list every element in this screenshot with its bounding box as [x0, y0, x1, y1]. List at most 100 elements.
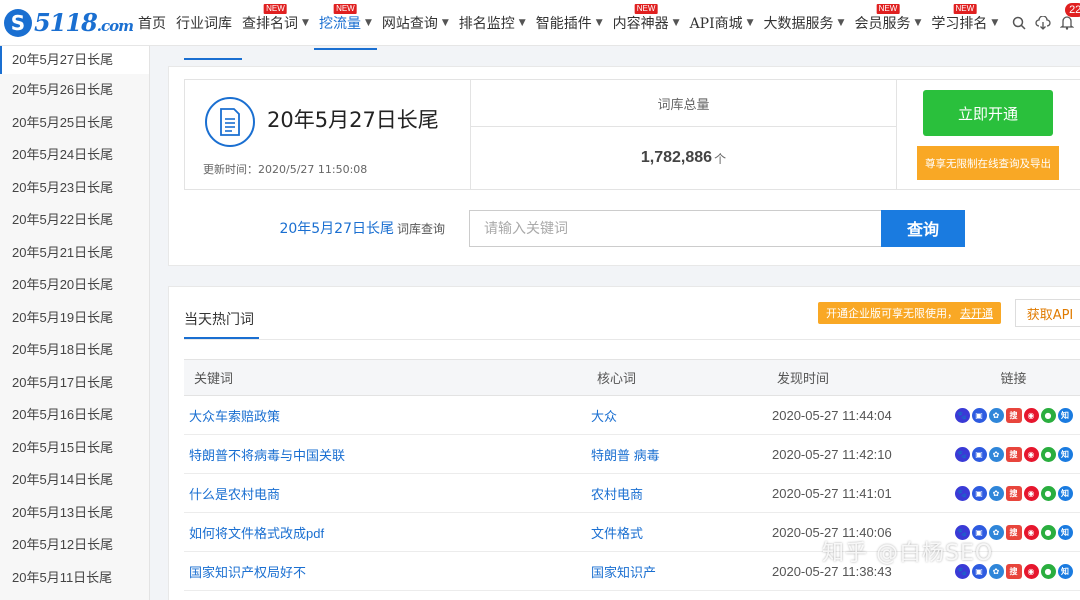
- mobile-baidu-icon[interactable]: ▣: [971, 407, 987, 423]
- sidebar-date-item[interactable]: 20年5月16日长尾: [0, 399, 149, 432]
- core-word-link[interactable]: 农村电商: [591, 487, 643, 502]
- nav-tools: 22: [1007, 2, 1080, 36]
- enterprise-upgrade-note: 开通企业版可享无限使用， 去开通: [818, 302, 1001, 324]
- nav-item-10[interactable]: NEW 会员服务 ▼: [849, 0, 926, 46]
- wechat-icon[interactable]: ●: [1040, 524, 1056, 540]
- sidebar-date-item[interactable]: 20年5月20日长尾: [0, 269, 149, 302]
- sidebar-date-item[interactable]: 20年5月27日长尾: [0, 46, 149, 74]
- bell-icon[interactable]: 22: [1055, 2, 1080, 35]
- baidu-icon[interactable]: 🐾: [954, 446, 970, 462]
- baidu-icon[interactable]: 🐾: [954, 407, 970, 423]
- nav-item-1[interactable]: 行业词库: [171, 0, 237, 46]
- nav-item-label: 内容神器: [612, 15, 669, 32]
- wechat-icon[interactable]: ●: [1040, 563, 1056, 579]
- page-title: 20年5月27日长尾: [267, 108, 439, 132]
- link-icons: 🐾 ▣ ✿ 搜 ◉ ● 知: [946, 485, 1080, 501]
- nav-item-label: 挖流量: [318, 15, 361, 32]
- sidebar-date-item[interactable]: 20年5月18日长尾: [0, 334, 149, 367]
- keyword-link[interactable]: 什么是农村电商: [189, 487, 280, 502]
- column-header-core: 核心词: [586, 359, 766, 396]
- nav-item-4[interactable]: 网站查询 ▼: [377, 0, 454, 46]
- 360-icon[interactable]: ✿: [988, 407, 1004, 423]
- core-word-link[interactable]: 文件格式: [591, 526, 643, 541]
- weibo-icon[interactable]: ◉: [1023, 446, 1039, 462]
- search-icon[interactable]: [1007, 11, 1031, 35]
- sidebar-date-item[interactable]: 20年5月12日长尾: [0, 529, 149, 562]
- keyword-link[interactable]: 特朗普不将病毒与中国关联: [189, 448, 345, 463]
- sogou-icon[interactable]: 搜: [1005, 446, 1022, 462]
- nav-item-label: 大数据服务: [763, 15, 834, 32]
- sidebar-date-item[interactable]: 20年5月13日长尾: [0, 497, 149, 530]
- nav-item-6[interactable]: 智能插件 ▼: [531, 0, 608, 46]
- sogou-icon[interactable]: 搜: [1005, 524, 1022, 540]
- site-logo[interactable]: S 5118.com: [4, 8, 134, 37]
- chevron-down-icon: ▼: [441, 17, 449, 28]
- core-word-link[interactable]: 国家知识产: [591, 565, 656, 580]
- wechat-icon[interactable]: ●: [1040, 407, 1056, 423]
- zhihu-icon[interactable]: 知: [1057, 485, 1073, 501]
- keyword-link[interactable]: 国家知识产权局好不: [189, 565, 306, 580]
- weibo-icon[interactable]: ◉: [1023, 485, 1039, 501]
- keyword-link[interactable]: 大众车索赔政策: [189, 409, 280, 424]
- sidebar-date-item[interactable]: 20年5月11日长尾: [0, 562, 149, 595]
- hot-words-tab[interactable]: 当天热门词: [184, 309, 254, 329]
- sidebar-date-item[interactable]: 20年5月14日长尾: [0, 464, 149, 497]
- nav-item-3[interactable]: NEW 挖流量 ▼: [313, 0, 377, 50]
- sidebar-date-item[interactable]: 20年5月26日长尾: [0, 74, 149, 107]
- wechat-icon[interactable]: ●: [1040, 485, 1056, 501]
- sogou-icon[interactable]: 搜: [1005, 485, 1022, 501]
- 360-icon[interactable]: ✿: [988, 485, 1004, 501]
- keyword-link[interactable]: 如何将文件格式改成pdf: [189, 526, 324, 541]
- core-word-link[interactable]: 大众: [591, 409, 617, 424]
- wechat-icon[interactable]: ●: [1040, 446, 1056, 462]
- sidebar-date-item[interactable]: 20年5月22日长尾: [0, 204, 149, 237]
- nav-item-7[interactable]: NEW 内容神器 ▼: [608, 0, 685, 46]
- zhihu-icon[interactable]: 知: [1057, 524, 1073, 540]
- cloud-download-icon[interactable]: [1031, 11, 1055, 35]
- weibo-icon[interactable]: ◉: [1023, 563, 1039, 579]
- zhihu-icon[interactable]: 知: [1057, 407, 1073, 423]
- sidebar-date-item[interactable]: 20年5月17日长尾: [0, 367, 149, 400]
- zhihu-icon[interactable]: 知: [1057, 446, 1073, 462]
- search-button[interactable]: 查询: [881, 209, 965, 247]
- enterprise-open-link[interactable]: 去开通: [960, 305, 993, 321]
- nav-item-8[interactable]: API商城 ▼: [685, 0, 759, 46]
- sidebar-date-item[interactable]: 20年5月25日长尾: [0, 107, 149, 140]
- sidebar-date-item[interactable]: 20年5月21日长尾: [0, 237, 149, 270]
- search-library-link[interactable]: 20年5月27日长尾: [279, 221, 394, 237]
- get-api-button[interactable]: 获取API: [1015, 299, 1080, 327]
- sogou-icon[interactable]: 搜: [1005, 563, 1022, 579]
- search-input[interactable]: [469, 209, 881, 247]
- core-word-link[interactable]: 特朗普 病毒: [591, 448, 660, 463]
- nav-item-label: API商城: [689, 15, 743, 32]
- sidebar-date-list: 20年5月27日长尾 20年5月26日长尾 20年5月25日长尾 20年5月24日长尾…: [0, 46, 150, 600]
- nav-item-2[interactable]: NEW 查排名词 ▼: [237, 0, 314, 46]
- nav-item-0[interactable]: 首页: [133, 0, 171, 46]
- nav-item-label: 学习排名: [931, 15, 988, 32]
- zhihu-icon[interactable]: 知: [1057, 563, 1073, 579]
- watermark: 知乎 @白杨SEO: [822, 541, 994, 566]
- sogou-icon[interactable]: 搜: [1005, 407, 1022, 423]
- weibo-icon[interactable]: ◉: [1023, 524, 1039, 540]
- sidebar-date-item[interactable]: 20年5月15日长尾: [0, 432, 149, 465]
- nav-item-label: 智能插件: [535, 15, 592, 32]
- nav-item-5[interactable]: 排名监控 ▼: [454, 0, 531, 46]
- mobile-baidu-icon[interactable]: ▣: [971, 485, 987, 501]
- baidu-icon[interactable]: 🐾: [954, 485, 970, 501]
- mobile-baidu-icon[interactable]: ▣: [971, 446, 987, 462]
- chevron-down-icon: ▼: [914, 17, 922, 28]
- 360-icon[interactable]: ✿: [988, 446, 1004, 462]
- search-label: 20年5月27日长尾 词库查询: [169, 218, 469, 238]
- total-count-unit: 个: [714, 151, 727, 166]
- nav-item-11[interactable]: NEW 学习排名 ▼: [926, 0, 1003, 46]
- summary-card: 20年5月27日长尾 更新时间：2020/5/27 11:50:08 词库总量 …: [168, 66, 1080, 266]
- sidebar-date-item[interactable]: 20年5月24日长尾: [0, 139, 149, 172]
- update-time: 更新时间：2020/5/27 11:50:08: [203, 163, 368, 176]
- new-badge: NEW: [264, 3, 287, 14]
- weibo-icon[interactable]: ◉: [1023, 407, 1039, 423]
- nav-item-9[interactable]: 大数据服务 ▼: [759, 0, 850, 46]
- column-header-links: 链接: [946, 359, 1080, 396]
- open-now-button[interactable]: 立即开通: [923, 90, 1053, 136]
- sidebar-date-item[interactable]: 20年5月23日长尾: [0, 172, 149, 205]
- sidebar-date-item[interactable]: 20年5月19日长尾: [0, 302, 149, 335]
